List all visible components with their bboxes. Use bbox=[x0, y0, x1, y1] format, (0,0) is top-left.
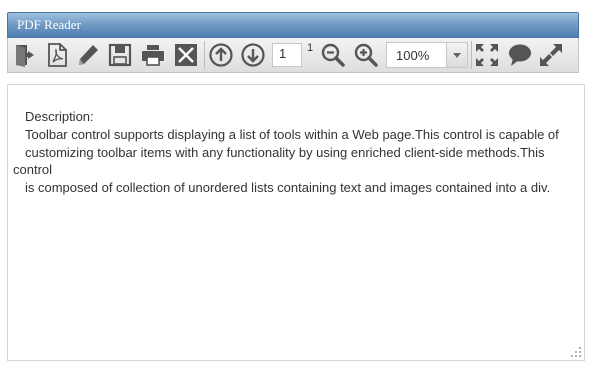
zoom-value: 100% bbox=[396, 48, 430, 63]
document-content: Description: Toolbar control supports di… bbox=[7, 84, 585, 361]
page-total: 1 bbox=[307, 42, 314, 54]
close-document-icon bbox=[175, 44, 197, 66]
edit-button[interactable] bbox=[73, 40, 103, 70]
toolbar: 1 1 100% bbox=[7, 38, 579, 73]
pdf-icon bbox=[48, 43, 67, 67]
toolbar-separator bbox=[204, 41, 205, 69]
description-heading: Description: bbox=[25, 109, 94, 124]
content-line: customizing toolbar items with any funct… bbox=[25, 145, 545, 160]
fullscreen-button[interactable] bbox=[536, 40, 566, 70]
print-icon bbox=[142, 45, 164, 66]
previous-page-icon bbox=[209, 43, 233, 67]
zoom-out-icon bbox=[321, 43, 345, 67]
content-line: control bbox=[13, 162, 53, 177]
previous-page-button[interactable] bbox=[206, 40, 236, 70]
open-button[interactable] bbox=[11, 40, 41, 70]
zoom-in-button[interactable] bbox=[351, 40, 381, 70]
page-number-input[interactable]: 1 bbox=[272, 43, 302, 67]
content-line: is composed of collection of unordered l… bbox=[25, 180, 551, 195]
comment-icon bbox=[509, 44, 531, 66]
fit-page-icon bbox=[476, 44, 498, 66]
zoom-select[interactable]: 100% bbox=[386, 42, 468, 68]
open-icon bbox=[16, 45, 34, 67]
zoom-out-button[interactable] bbox=[318, 40, 348, 70]
fit-page-button[interactable] bbox=[472, 40, 502, 70]
save-button[interactable] bbox=[105, 40, 135, 70]
next-page-icon bbox=[241, 43, 265, 67]
save-icon bbox=[108, 43, 132, 67]
fullscreen-icon bbox=[540, 44, 562, 66]
zoom-in-icon bbox=[354, 43, 378, 67]
title-bar: PDF Reader bbox=[7, 12, 579, 38]
close-document-button[interactable] bbox=[171, 40, 201, 70]
next-page-button[interactable] bbox=[238, 40, 268, 70]
resize-grip-icon[interactable] bbox=[571, 347, 581, 357]
print-button[interactable] bbox=[138, 40, 168, 70]
comment-button[interactable] bbox=[505, 40, 535, 70]
pdf-reader-window: PDF Reader 1 1 100% bbox=[7, 12, 579, 74]
edit-pencil-icon bbox=[79, 45, 98, 65]
chevron-down-icon[interactable] bbox=[446, 43, 467, 67]
window-title: PDF Reader bbox=[17, 17, 81, 32]
content-line: Toolbar control supports displaying a li… bbox=[25, 127, 559, 142]
pdf-button[interactable] bbox=[42, 40, 72, 70]
